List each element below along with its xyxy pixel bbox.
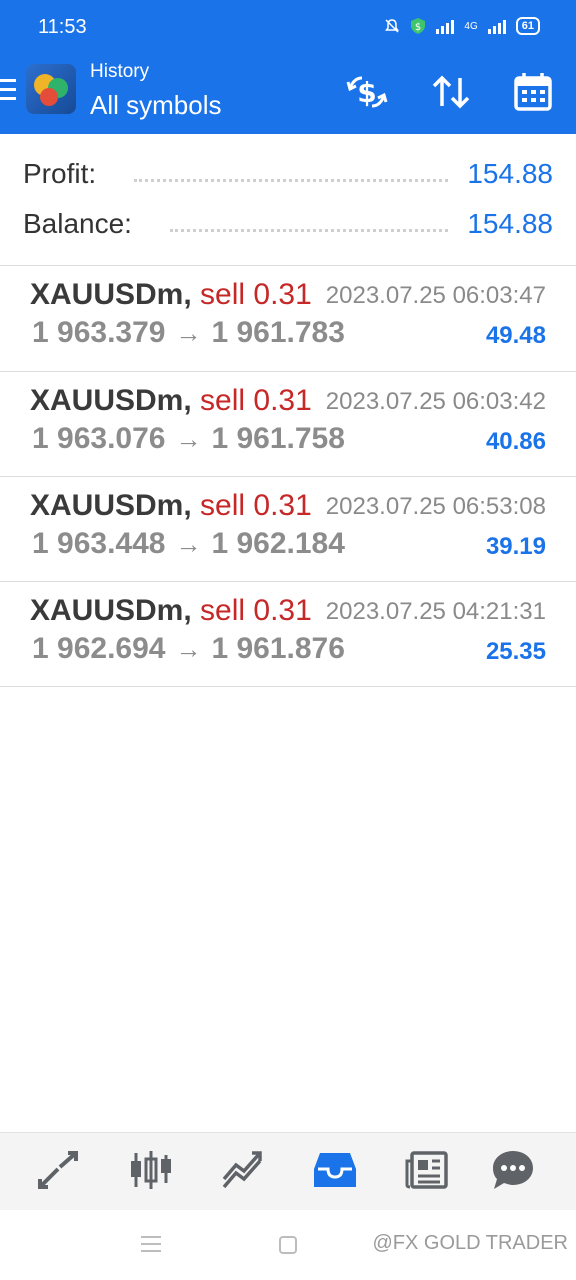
watermark: @FX GOLD TRADER (372, 1232, 568, 1254)
balance-value: 154.88 (467, 208, 553, 239)
signal-icon (436, 18, 455, 34)
menu-icon[interactable] (0, 79, 16, 103)
trade-time: 2023.07.25 06:53:08 (325, 493, 546, 520)
trade-profit: 49.48 (485, 322, 546, 349)
balance-label: Balance: (23, 208, 132, 239)
news-icon[interactable] (404, 1149, 450, 1191)
money-shield-icon: $ (411, 18, 426, 34)
status-time: 11:53 (38, 16, 87, 38)
messages-icon[interactable] (490, 1149, 536, 1191)
trade-symbol: XAUUSDm, sell 0.31 (30, 384, 312, 417)
status-bar: 11:53 $ 4G 61 (0, 0, 576, 56)
trade-time: 2023.07.25 04:21:31 (325, 598, 546, 625)
trade-row[interactable]: XAUUSDm, sell 0.31 2023.07.25 04:21:31 1… (0, 582, 576, 686)
network-type: 4G (464, 20, 478, 32)
home-icon[interactable] (279, 1236, 297, 1254)
app-bar: History All symbols $ (0, 56, 576, 134)
battery-icon: 61 (515, 17, 540, 35)
deposit-withdraw-icon[interactable]: $ (346, 72, 388, 112)
balance-row: Balance: 154.88 (0, 200, 576, 250)
signal-icon-2 (487, 18, 506, 34)
trade-side: sell 0.31 (200, 594, 312, 627)
trade-prices: 1 963.448 → 1 962.184 (32, 527, 345, 560)
trade-row[interactable]: XAUUSDm, sell 0.31 2023.07.25 06:03:47 1… (0, 266, 576, 370)
trade-icon[interactable] (220, 1149, 266, 1191)
recent-apps-icon[interactable] (141, 1236, 161, 1257)
svg-text:$: $ (415, 22, 421, 33)
quotes-icon[interactable] (36, 1149, 82, 1191)
profit-label: Profit: (23, 158, 97, 189)
trade-profit: 25.35 (485, 638, 546, 665)
trade-profit: 39.19 (485, 533, 546, 560)
page-title: History (90, 61, 150, 82)
dotted-leader (134, 178, 448, 182)
trade-row[interactable]: XAUUSDm, sell 0.31 2023.07.25 06:03:42 1… (0, 372, 576, 476)
app-logo-icon (26, 64, 76, 114)
calendar-icon[interactable] (512, 72, 554, 112)
svg-text:$: $ (357, 76, 376, 109)
trade-prices: 1 963.379 → 1 961.783 (32, 316, 345, 349)
dotted-leader (170, 228, 448, 232)
history-icon[interactable] (312, 1149, 358, 1191)
chart-candles-icon[interactable] (128, 1149, 174, 1191)
trade-time: 2023.07.25 06:03:42 (325, 388, 546, 415)
status-icons: $ 4G 61 (384, 17, 540, 35)
trade-prices: 1 963.076 → 1 961.758 (32, 422, 345, 455)
profit-value: 154.88 (467, 158, 553, 189)
system-nav-bar: @FX GOLD TRADER (0, 1210, 576, 1280)
trade-prices: 1 962.694 → 1 961.876 (32, 632, 345, 665)
profit-row: Profit: 154.88 (0, 150, 576, 200)
trade-symbol: XAUUSDm, sell 0.31 (30, 489, 312, 522)
trade-profit: 40.86 (485, 428, 546, 455)
trade-symbol: XAUUSDm, sell 0.31 (30, 594, 312, 627)
trade-symbol: XAUUSDm, sell 0.31 (30, 278, 312, 311)
trade-side: sell 0.31 (200, 278, 312, 311)
trade-side: sell 0.31 (200, 384, 312, 417)
symbol-filter[interactable]: All symbols (90, 90, 221, 121)
mute-bell-icon (385, 19, 400, 33)
bottom-nav (0, 1132, 576, 1210)
divider (0, 686, 576, 687)
sort-icon[interactable] (430, 72, 472, 112)
trade-row[interactable]: XAUUSDm, sell 0.31 2023.07.25 06:53:08 1… (0, 477, 576, 581)
trade-time: 2023.07.25 06:03:47 (325, 282, 546, 309)
trade-side: sell 0.31 (200, 489, 312, 522)
